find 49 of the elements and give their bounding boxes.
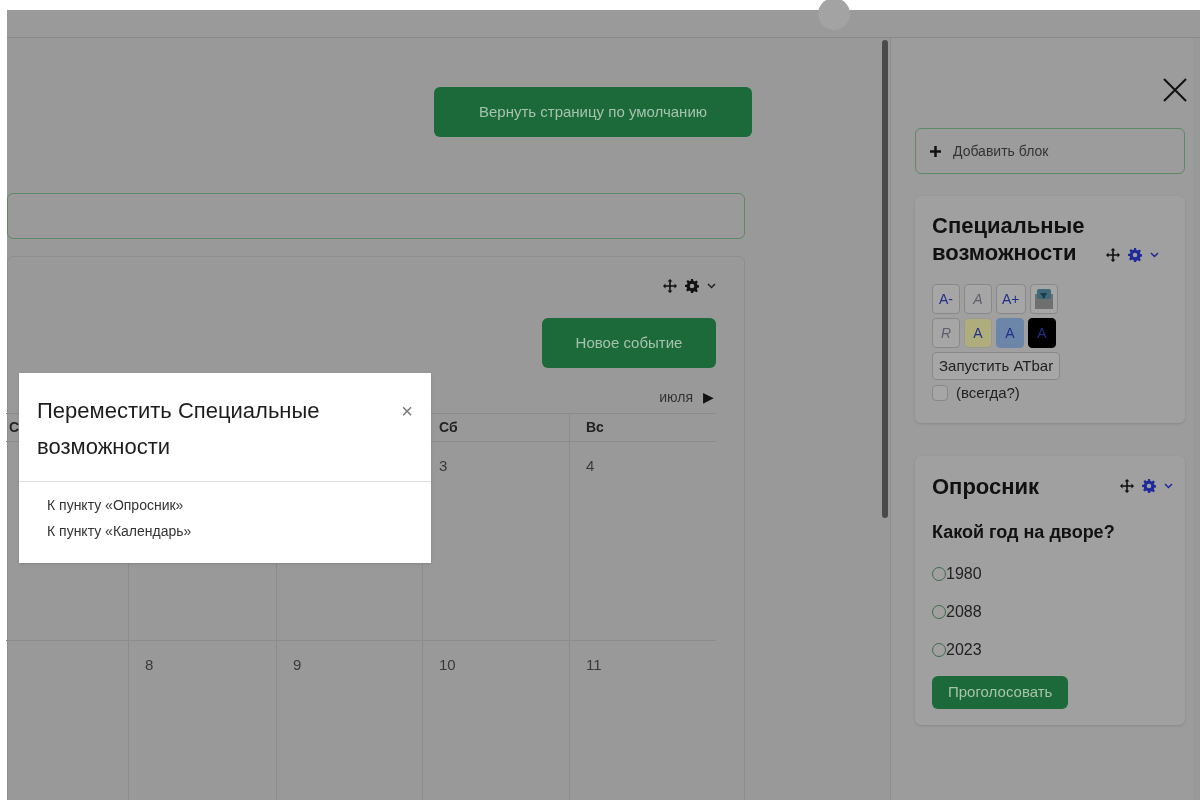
weekday-header: С (9, 418, 20, 437)
text-style-button[interactable]: A (964, 318, 992, 348)
close-icon[interactable] (1163, 78, 1187, 102)
settings-icon[interactable] (1142, 479, 1156, 493)
vote-button[interactable]: Проголосовать (932, 675, 1069, 709)
day-number[interactable]: 8 (145, 656, 154, 673)
move-icon[interactable] (1120, 479, 1134, 493)
checkbox-label: (всегда?) (956, 383, 1020, 403)
day-number[interactable]: 11 (586, 656, 602, 673)
caret-icon[interactable] (707, 283, 716, 289)
plus-icon (930, 145, 941, 157)
weekday-header: Вс (586, 418, 604, 437)
input-field[interactable] (7, 193, 745, 239)
radio-label: 2088 (946, 601, 982, 622)
move-icon[interactable] (663, 279, 677, 293)
day-number[interactable]: 9 (293, 656, 302, 673)
text-style-button[interactable]: A (996, 318, 1024, 348)
text-style-button[interactable]: A- (932, 284, 960, 314)
block-title: Опросник (932, 472, 1040, 501)
next-arrow[interactable]: ▶ (703, 386, 714, 408)
day-number[interactable]: 3 (439, 457, 448, 474)
next-month-link[interactable]: июля (659, 386, 693, 408)
caret-icon[interactable] (1150, 252, 1159, 258)
settings-icon[interactable] (685, 279, 699, 293)
dialog-title: Переместить Специальные возможности (37, 397, 321, 461)
caret-icon[interactable] (1164, 483, 1173, 489)
day-number[interactable]: 10 (439, 656, 456, 673)
move-target-link[interactable]: К пункту «Опросник» (47, 494, 184, 516)
new-event-button[interactable]: Новое событие (542, 318, 716, 368)
checkbox[interactable] (932, 385, 948, 402)
add-block-button[interactable]: Добавить блок (915, 128, 1185, 174)
tts-button[interactable] (1029, 284, 1058, 314)
close-button[interactable]: × (401, 393, 413, 429)
weekday-header: Сб (439, 418, 458, 437)
radio-label: 1980 (946, 563, 982, 584)
text-style-button[interactable]: R (932, 318, 960, 348)
avatar-icon[interactable] (818, 0, 850, 30)
text-style-button[interactable]: A+ (996, 284, 1026, 314)
settings-icon[interactable] (1128, 248, 1142, 262)
reset-page-button[interactable]: Вернуть страницу по умолчанию (434, 87, 752, 137)
move-target-link[interactable]: К пункту «Календарь» (47, 520, 192, 542)
block-title: Специальные возможности (932, 212, 1086, 266)
move-icon[interactable] (1106, 248, 1120, 262)
radio-label: 2023 (946, 639, 982, 660)
scrollbar[interactable] (882, 40, 888, 518)
poll-question: Какой год на дворе? (932, 520, 1116, 544)
day-number[interactable]: 4 (586, 457, 595, 474)
text-style-button[interactable]: A (964, 284, 992, 314)
atbar-button[interactable]: Запустить ATbar (932, 352, 1061, 380)
